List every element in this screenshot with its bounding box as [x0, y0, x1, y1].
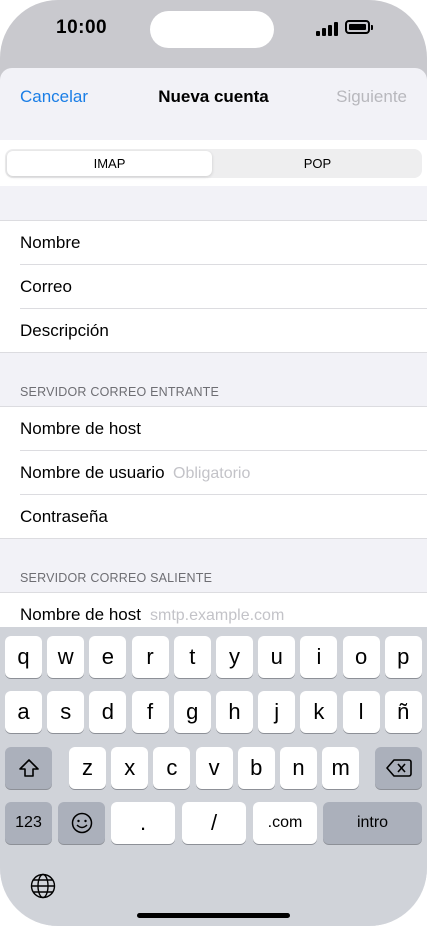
dot-key[interactable]: . [111, 802, 175, 844]
incoming-password-label: Contraseña [20, 507, 108, 526]
next-button[interactable]: Siguiente [336, 87, 407, 107]
delete-key[interactable] [375, 747, 422, 789]
numbers-key[interactable]: 123 [5, 802, 52, 844]
description-label: Descripción [20, 321, 109, 340]
segment-pop[interactable]: POP [215, 151, 420, 176]
key-t[interactable]: t [173, 636, 211, 678]
protocol-selector-container: IMAP POP [0, 140, 427, 186]
key-v[interactable]: v [195, 747, 233, 789]
globe-icon[interactable] [30, 873, 56, 899]
key-w[interactable]: w [47, 636, 85, 678]
home-indicator [137, 913, 290, 918]
dotcom-key[interactable]: .com [253, 802, 317, 844]
key-m[interactable]: m [322, 747, 360, 789]
key-y[interactable]: y [216, 636, 253, 678]
email-field[interactable]: Correo [20, 265, 427, 309]
key-r[interactable]: r [131, 636, 169, 678]
outgoing-host-label: Nombre de host [20, 605, 141, 624]
return-key[interactable]: intro [323, 802, 422, 844]
emoji-key[interactable] [58, 802, 105, 844]
backspace-icon [385, 759, 412, 777]
incoming-server-group: Nombre de host Nombre de usuario Obligat… [0, 406, 427, 539]
key-h[interactable]: h [216, 691, 253, 733]
key-e[interactable]: e [89, 636, 127, 678]
key-s[interactable]: s [47, 691, 85, 733]
status-bar: 10:00 [0, 0, 427, 60]
key-ñ[interactable]: ñ [384, 691, 422, 733]
slash-key[interactable]: / [182, 802, 246, 844]
emoji-icon [71, 812, 92, 834]
key-u[interactable]: u [258, 636, 296, 678]
account-group: Nombre Correo Descripción [0, 220, 427, 353]
key-f[interactable]: f [131, 691, 169, 733]
incoming-username-field[interactable]: Nombre de usuario Obligatorio [20, 451, 427, 495]
nav-bar: Cancelar Nueva cuenta Siguiente [0, 68, 427, 126]
incoming-password-field[interactable]: Contraseña [20, 495, 427, 538]
key-a[interactable]: a [5, 691, 42, 733]
key-g[interactable]: g [173, 691, 211, 733]
key-o[interactable]: o [342, 636, 380, 678]
incoming-host-field[interactable]: Nombre de host [20, 407, 427, 451]
segment-imap[interactable]: IMAP [7, 151, 212, 176]
key-b[interactable]: b [237, 747, 275, 789]
outgoing-host-placeholder: smtp.example.com [150, 607, 285, 624]
key-x[interactable]: x [111, 747, 149, 789]
shift-key[interactable] [5, 747, 52, 789]
key-k[interactable]: k [300, 691, 338, 733]
status-time: 10:00 [56, 17, 108, 38]
shift-icon [18, 759, 39, 777]
name-label: Nombre [20, 233, 81, 252]
incoming-username-placeholder: Obligatorio [173, 465, 251, 482]
protocol-segmented-control: IMAP POP [5, 149, 422, 178]
key-d[interactable]: d [89, 691, 127, 733]
key-q[interactable]: q [5, 636, 42, 678]
key-l[interactable]: l [342, 691, 380, 733]
name-field[interactable]: Nombre [20, 221, 427, 265]
key-j[interactable]: j [258, 691, 296, 733]
outgoing-server-header: SERVIDOR CORREO SALIENTE [20, 571, 213, 585]
battery-icon [345, 20, 373, 34]
key-i[interactable]: i [300, 636, 338, 678]
incoming-server-header: SERVIDOR CORREO ENTRANTE [20, 385, 220, 399]
key-z[interactable]: z [69, 747, 106, 789]
signal-icon [316, 22, 340, 36]
phone-screen: 10:00 Cancelar Nueva cuenta Siguiente IM… [0, 0, 427, 926]
incoming-username-label: Nombre de usuario [20, 463, 165, 482]
description-field[interactable]: Descripción [20, 309, 427, 352]
email-label: Correo [20, 277, 72, 296]
dynamic-island [150, 11, 274, 48]
key-p[interactable]: p [384, 636, 422, 678]
incoming-host-label: Nombre de host [20, 419, 141, 438]
key-n[interactable]: n [280, 747, 317, 789]
key-c[interactable]: c [153, 747, 191, 789]
